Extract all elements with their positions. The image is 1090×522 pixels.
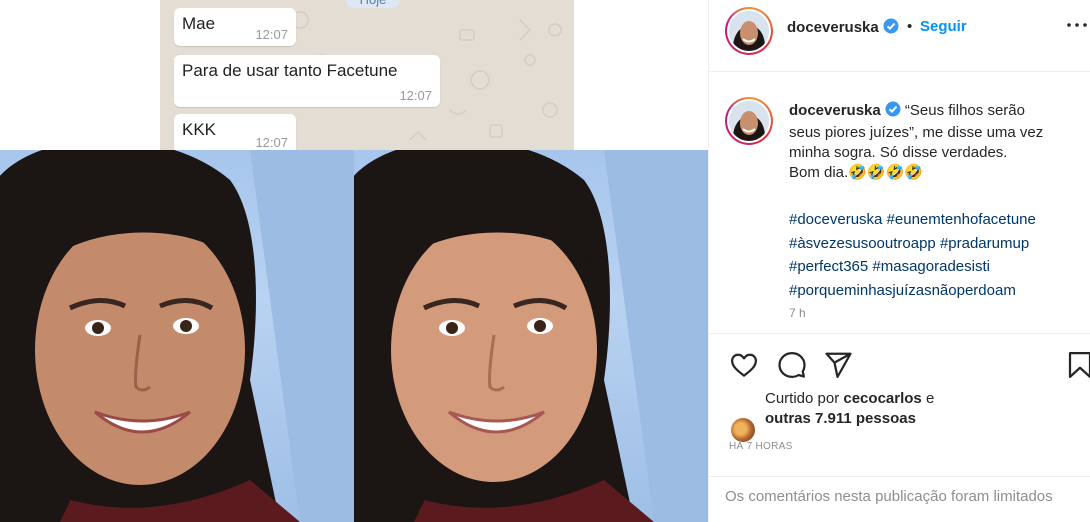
chat-screenshot: Hoje Mae 12:07 Para de usar tanto Facetu… [160,0,574,150]
comment-icon[interactable] [777,350,807,380]
others-likes-link[interactable]: outras 7.911 pessoas [765,410,916,427]
selfie-photo-original [0,150,354,522]
verified-badge-icon [885,101,901,123]
post-caption: doceveruska “Seus filhos serão seus pior… [789,101,1084,183]
chat-message-time: 12:07 [255,135,288,150]
caption-text: Bom dia.🤣🤣🤣🤣 [789,164,923,181]
chat-message-text: Mae [182,14,216,33]
hashtag-link[interactable]: #porqueminhasjuízasnãoperdoam [789,279,1036,303]
chat-message: Mae 12:07 [174,8,296,46]
chat-message-text: Para de usar tanto Facetune [182,61,398,80]
post-header: doceveruska • Seguir [709,0,1090,72]
follow-button[interactable]: Seguir [920,18,967,35]
hashtag-link[interactable]: #àsvezesusooutroapp #pradarumup [789,232,1036,256]
post-timestamp[interactable]: HÁ 7 HORAS [729,441,793,452]
hashtag-link[interactable]: #perfect365 #masagoradesisti [789,255,1036,279]
bookmark-icon[interactable] [1065,350,1090,380]
selfie-illustration [354,150,708,522]
separator-dot: • [907,18,913,35]
chat-message: Para de usar tanto Facetune 12:07 [174,55,440,107]
chat-day-label: Hoje [346,0,400,8]
post-media[interactable]: Hoje Mae 12:07 Para de usar tanto Facetu… [0,0,708,522]
liker-avatar[interactable] [731,418,755,442]
likes-summary: Curtido por cecocarlos e outras 7.911 pe… [765,389,934,429]
chat-message: KKK 12:07 [174,114,296,150]
caption-author-avatar[interactable] [725,97,773,145]
caption-line: doceveruska “Seus filhos serão [789,101,1084,123]
liked-by-and: e [925,390,935,407]
liked-by-prefix: Curtido por [765,390,840,407]
hashtag-link[interactable]: #doceveruska #eunemtenhofacetune [789,208,1036,232]
chat-message-time: 12:07 [399,88,432,103]
more-options-icon[interactable] [1055,10,1090,40]
author-username-link[interactable]: doceveruska [787,18,899,39]
share-icon[interactable] [823,350,853,380]
hashtag-list: #doceveruska #eunemtenhofacetune #àsveze… [789,208,1036,302]
verified-badge-icon [883,18,899,39]
caption-age[interactable]: 7 h [789,306,806,320]
heart-icon[interactable] [729,350,759,380]
caption-username[interactable]: doceveruska [789,102,881,119]
caption-text: minha sogra. Só disse verdades. [789,144,1008,161]
comments-limited-text: Os comentários nesta publicação foram li… [725,488,1053,505]
selfie-photo-edited [354,150,708,522]
chat-message-text: KKK [182,120,217,139]
post-sidebar: doceveruska • Seguir doceveruska “Seus f… [708,0,1090,522]
liker-username[interactable]: cecocarlos [843,390,921,407]
chat-message-time: 12:07 [255,27,288,42]
author-avatar[interactable] [725,7,773,55]
caption-text: seus piores juízes”, me disse uma vez [789,124,1044,141]
caption-text: “Seus filhos serão [904,102,1025,119]
selfie-illustration [0,150,354,522]
author-username: doceveruska [787,19,879,36]
